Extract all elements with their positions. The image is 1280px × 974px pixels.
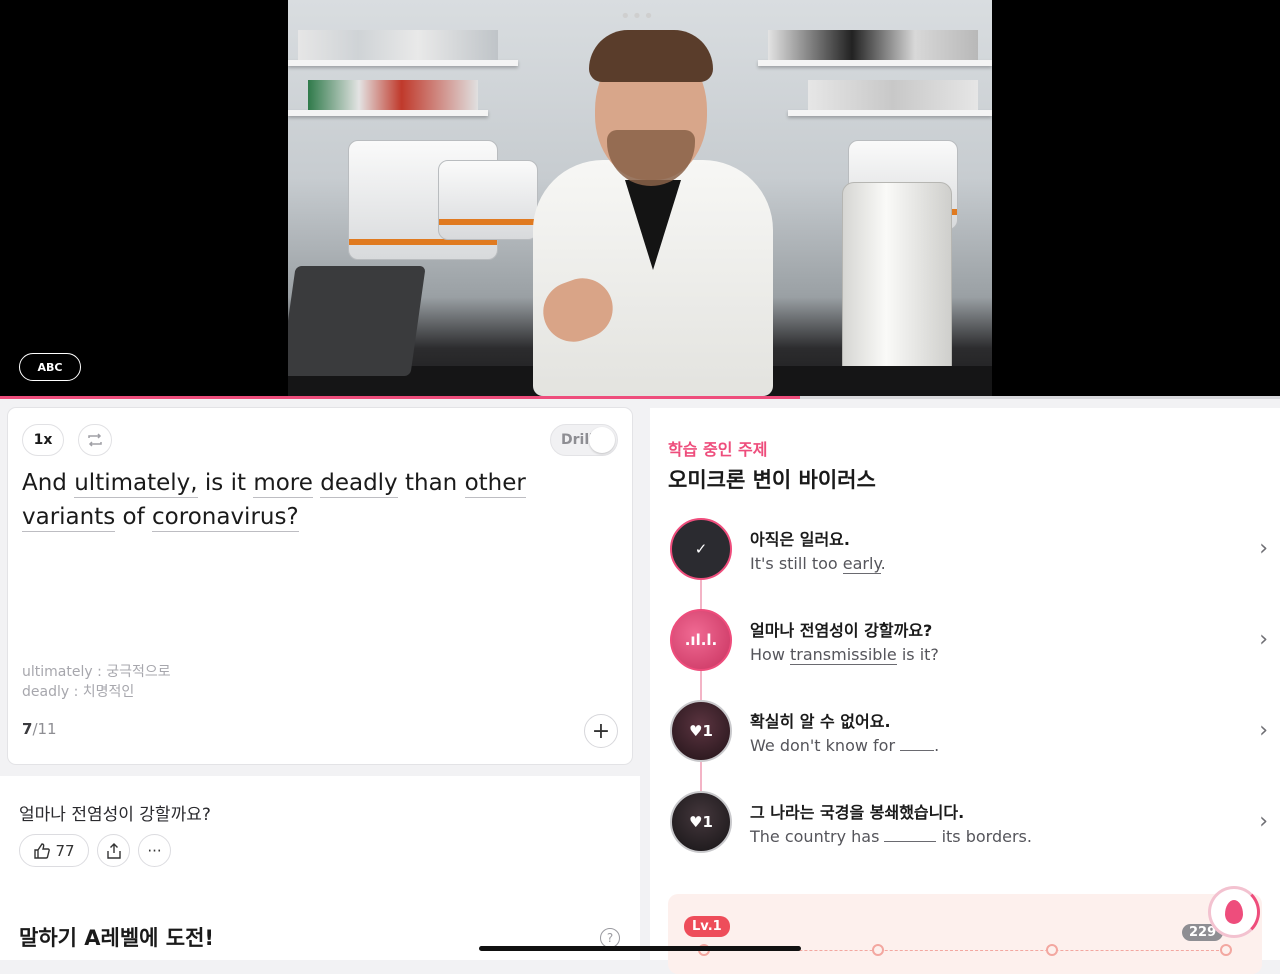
- video-progress-bar[interactable]: [0, 396, 1280, 399]
- item-english: It's still too early.: [750, 554, 886, 574]
- sentence-word[interactable]: more: [253, 470, 313, 498]
- item-korean: 그 나라는 국경을 봉쇄했습니다.: [750, 803, 965, 822]
- chevron-right-icon: ›: [1259, 536, 1268, 561]
- counter-current: 7: [22, 720, 33, 738]
- level-badge: Lv.1: [684, 916, 730, 937]
- video-player[interactable]: ••• ABC: [0, 0, 1280, 396]
- blank-space: [884, 841, 937, 842]
- level-progress: Lv.1 229: [668, 894, 1262, 974]
- plus-icon: +: [591, 718, 611, 744]
- streak-button[interactable]: [1208, 886, 1260, 938]
- repeat-icon: [88, 433, 102, 447]
- drill-toggle[interactable]: Drill: [550, 424, 618, 456]
- sentence-word[interactable]: is: [205, 470, 223, 496]
- topic-label: 학습 중인 주제: [668, 440, 768, 459]
- sentence-word[interactable]: coronavirus?: [152, 504, 299, 532]
- more-button[interactable]: ···: [138, 834, 171, 867]
- level-step-dot: [1046, 944, 1058, 956]
- vocab-item: ultimately : 궁극적으로: [22, 664, 171, 680]
- sentence-card: 1x Drill And ultimately, is it more dead…: [8, 408, 632, 764]
- item-korean: 아직은 일러요.: [750, 530, 850, 549]
- add-button[interactable]: +: [584, 714, 618, 748]
- topic-item[interactable]: ♥1 그 나라는 국경을 봉쇄했습니다. The country has its…: [668, 789, 1268, 859]
- topic-item[interactable]: .ıl.l. 얼마나 전염성이 강할까요? How transmissible …: [668, 607, 1268, 677]
- video-frame[interactable]: [288, 0, 992, 396]
- thumbs-up-icon: [34, 842, 51, 859]
- more-dots-icon[interactable]: •••: [620, 6, 655, 27]
- level-step-dot: [872, 944, 884, 956]
- sentence-text[interactable]: And ultimately, is it more deadly than o…: [22, 466, 612, 534]
- vocab-list: ultimately : 궁극적으로 deadly : 치명적인: [22, 662, 171, 702]
- translation-panel: 얼마나 전염성이 강할까요? 77 ··· 말하기 A레벨에 도전! ?: [0, 776, 640, 960]
- item-thumbnail: ♥1: [670, 791, 732, 853]
- presenter: [533, 30, 773, 396]
- level-step-dot: [1220, 944, 1232, 956]
- sentence-word[interactable]: of: [123, 504, 145, 530]
- more-icon: ···: [147, 841, 162, 860]
- item-thumbnail: .ıl.l.: [670, 609, 732, 671]
- topic-item[interactable]: ♥1 확실히 알 수 없어요. We don't know for . ›: [668, 698, 1268, 768]
- item-english: The country has its borders.: [750, 827, 1032, 846]
- challenge-title: 말하기 A레벨에 도전!: [19, 926, 215, 950]
- item-english: We don't know for .: [750, 736, 940, 755]
- home-indicator[interactable]: [479, 946, 801, 951]
- item-korean: 얼마나 전염성이 강할까요?: [750, 621, 933, 640]
- blank-space: [900, 750, 935, 751]
- sentence-counter: 7/11: [22, 720, 57, 738]
- item-thumbnail: ✓: [670, 518, 732, 580]
- chevron-right-icon: ›: [1259, 718, 1268, 743]
- sentence-word[interactable]: other: [464, 470, 526, 498]
- sentence-word[interactable]: than: [405, 470, 457, 496]
- translation-text: 얼마나 전염성이 강할까요?: [19, 805, 211, 825]
- sentence-word[interactable]: variants: [22, 504, 116, 532]
- vocab-item: deadly : 치명적인: [22, 684, 135, 700]
- speed-button[interactable]: 1x: [22, 424, 64, 456]
- sentence-word[interactable]: ultimately,: [74, 470, 198, 498]
- video-progress-fill: [0, 396, 800, 399]
- chevron-right-icon: ›: [1259, 627, 1268, 652]
- share-button[interactable]: [97, 834, 130, 867]
- topic-title: 오미크론 변이 바이러스: [668, 468, 876, 492]
- topic-item[interactable]: ✓ 아직은 일러요. It's still too early. ›: [668, 516, 1268, 586]
- topic-panel: 학습 중인 주제 오미크론 변이 바이러스 ✓ 아직은 일러요. It's st…: [650, 408, 1280, 974]
- subtitle-toggle-button[interactable]: ABC: [19, 353, 81, 381]
- item-thumbnail: ♥1: [670, 700, 732, 762]
- repeat-button[interactable]: [78, 424, 112, 456]
- counter-total: /11: [32, 720, 57, 738]
- drill-toggle-knob: [589, 427, 615, 453]
- sentence-word[interactable]: deadly: [320, 470, 398, 498]
- chevron-right-icon: ›: [1259, 809, 1268, 834]
- like-count: 77: [55, 841, 75, 860]
- help-icon[interactable]: ?: [600, 928, 620, 948]
- flame-icon: [1225, 900, 1243, 924]
- share-icon: [106, 842, 121, 859]
- timeline-line: [700, 553, 702, 823]
- like-button[interactable]: 77: [19, 834, 89, 867]
- sentence-word[interactable]: And: [22, 470, 67, 496]
- item-korean: 확실히 알 수 없어요.: [750, 712, 891, 731]
- sentence-word[interactable]: it: [231, 470, 246, 496]
- item-english: How transmissible is it?: [750, 645, 939, 665]
